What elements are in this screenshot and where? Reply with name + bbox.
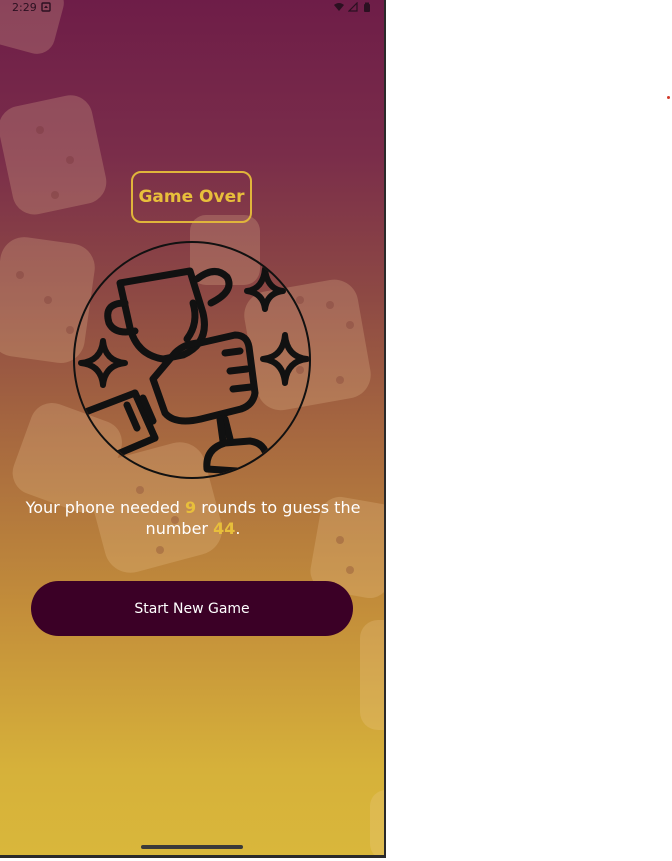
status-time: 2:29 [12,0,37,14]
phone-screen: 2:29 Game Over Your phone needed 9 round… [0,0,386,858]
rounds-count: 9 [185,498,197,517]
guessed-number: 44 [213,519,236,538]
notification-icon [41,2,51,12]
battery-icon [364,2,370,12]
game-summary-text: Your phone needed 9 rounds to guess the … [20,497,366,539]
signal-icon [348,2,358,12]
game-over-title: Game Over [131,171,252,223]
trophy-hand-icon [75,266,309,477]
trophy-image [73,241,311,479]
status-bar: 2:29 [0,0,384,14]
stray-dot [667,96,670,99]
home-indicator[interactable] [141,845,243,849]
start-new-game-button[interactable]: Start New Game [31,581,353,636]
wifi-icon [334,3,344,11]
summary-suffix: . [235,519,241,538]
summary-prefix: Your phone needed [25,498,186,517]
